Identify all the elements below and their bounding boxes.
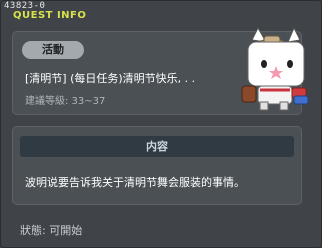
quest-info-window: 43823-0 QUEST INFO 活動 [清明节] (每日任务)清明节快乐,… bbox=[0, 0, 322, 248]
content-description: 波明说要告诉我关于清明节舞会服装的事情。 bbox=[25, 176, 245, 189]
window-title: QUEST INFO bbox=[13, 10, 87, 21]
npc-character-icon bbox=[241, 28, 309, 111]
level-requirement: 建議等級: 33~37 bbox=[25, 96, 106, 107]
quest-status: 狀態: 可開始 bbox=[20, 224, 83, 237]
category-tag: 活動 bbox=[22, 41, 84, 59]
quest-name: [清明节] (每日任务)清明节快乐, . . bbox=[25, 72, 196, 85]
quest-summary-panel: 活動 [清明节] (每日任务)清明节快乐, . . 建議等級: 33~37 bbox=[12, 28, 309, 115]
content-heading: 内容 bbox=[20, 136, 294, 157]
quest-content-panel: 内容 波明说要告诉我关于清明节舞会服装的事情。 bbox=[12, 126, 302, 205]
